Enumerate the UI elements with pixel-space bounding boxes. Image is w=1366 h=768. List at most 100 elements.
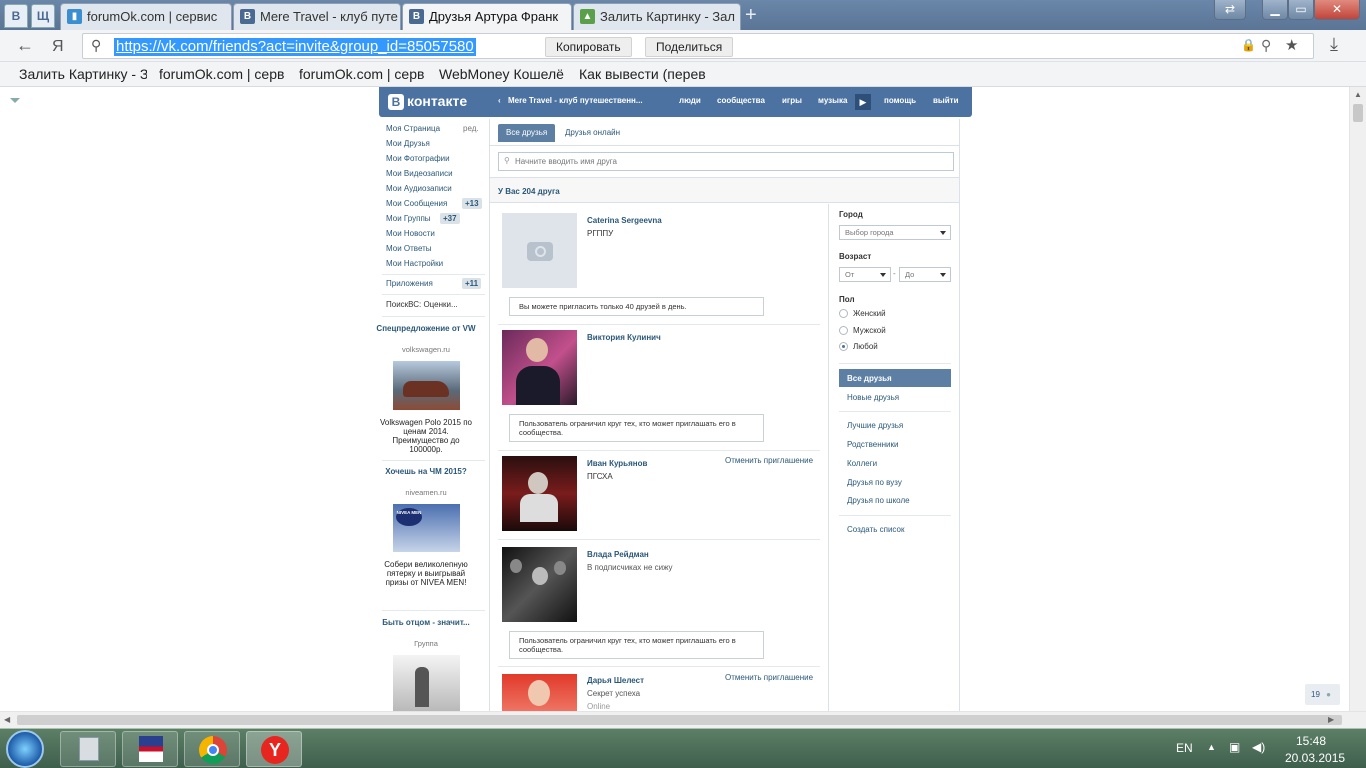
- messages-count-badge[interactable]: +13: [462, 198, 482, 209]
- right-menu-colleagues[interactable]: Коллеги: [847, 459, 877, 468]
- scroll-left-icon[interactable]: ◀: [4, 715, 10, 724]
- menu-my-settings[interactable]: Мои Настройки: [386, 259, 443, 268]
- zoom-icon[interactable]: ⚲: [1261, 37, 1271, 54]
- radio-any-label[interactable]: Любой: [853, 342, 878, 351]
- download-icon[interactable]: ⤓: [1330, 35, 1338, 53]
- avatar[interactable]: [502, 213, 577, 288]
- cancel-invite-link[interactable]: Отменить приглашение: [725, 456, 813, 465]
- right-menu-university[interactable]: Друзья по вузу: [847, 478, 902, 487]
- tab-mere-travel[interactable]: B Mere Travel - клуб путе: [233, 3, 401, 30]
- network-icon[interactable]: ▣: [1229, 740, 1240, 754]
- close-button[interactable]: ✕: [1314, 0, 1360, 20]
- ad-text[interactable]: Собери великолепную пятерку и выигрывай …: [376, 560, 476, 587]
- pinned-tab-vk[interactable]: В: [4, 4, 28, 28]
- nav-communities[interactable]: сообщества: [717, 96, 765, 105]
- right-menu-create-list[interactable]: Создать список: [847, 525, 904, 534]
- tab-friends[interactable]: B Друзья Артура Франк: [402, 3, 572, 30]
- ad-text[interactable]: Volkswagen Polo 2015 по ценам 2014. Преи…: [376, 418, 476, 454]
- radio-any[interactable]: [839, 342, 848, 351]
- star-icon[interactable]: ★: [1285, 36, 1298, 54]
- radio-female-label[interactable]: Женский: [853, 309, 886, 318]
- scroll-thumb[interactable]: [17, 715, 1342, 725]
- friend-search-input[interactable]: ⚲ Начните вводить имя друга: [498, 152, 954, 171]
- copy-button[interactable]: Копировать: [545, 37, 632, 57]
- bookmark-item[interactable]: WebMoney Кошелё: [439, 66, 567, 82]
- tab-forumok[interactable]: ▮ forumOk.com | сервис: [60, 3, 232, 30]
- bookmark-item[interactable]: forumOk.com | серв: [299, 66, 427, 82]
- chevron-right-icon[interactable]: ▶: [855, 94, 871, 110]
- scroll-right-icon[interactable]: ▶: [1328, 715, 1334, 724]
- url-text[interactable]: https://vk.com/friends?act=invite&group_…: [114, 38, 476, 56]
- right-menu-relatives[interactable]: Родственники: [847, 440, 898, 449]
- menu-my-news[interactable]: Мои Новости: [386, 229, 435, 238]
- language-indicator[interactable]: EN: [1176, 741, 1193, 755]
- friend-name[interactable]: Влада Рейдман: [587, 550, 649, 559]
- ad-car-image[interactable]: [393, 361, 460, 410]
- online-counter[interactable]: 19 ●: [1305, 684, 1340, 705]
- menu-my-answers[interactable]: Мои Ответы: [386, 244, 432, 253]
- age-to-select[interactable]: До: [899, 267, 951, 282]
- bookmark-item[interactable]: Как вывести (перев: [579, 66, 707, 82]
- yandex-logo[interactable]: Я: [52, 38, 64, 56]
- nav-group[interactable]: Mere Travel - клуб путешественн...: [508, 96, 643, 105]
- age-from-select[interactable]: От: [839, 267, 891, 282]
- scroll-up-icon[interactable]: ▲: [1354, 90, 1362, 99]
- ad-father-image[interactable]: [393, 655, 460, 711]
- right-menu-all-friends[interactable]: Все друзья: [839, 369, 951, 387]
- right-menu-best-friends[interactable]: Лучшие друзья: [847, 421, 903, 430]
- cancel-invite-link[interactable]: Отменить приглашение: [725, 673, 813, 682]
- yandex-taskbar-icon[interactable]: Y: [246, 731, 302, 767]
- tab-all-friends[interactable]: Все друзья: [498, 124, 556, 142]
- groups-count-badge[interactable]: +37: [440, 213, 460, 224]
- nav-logout[interactable]: выйти: [933, 96, 959, 105]
- menu-apps[interactable]: Приложения: [386, 279, 433, 288]
- menu-my-photos[interactable]: Мои Фотографии: [386, 154, 450, 163]
- menu-search-app[interactable]: ПоискВС: Оценки...: [386, 300, 458, 309]
- ad-title[interactable]: Спецпредложение от VW: [376, 324, 476, 333]
- pinned-tab-2[interactable]: Щ: [31, 4, 55, 28]
- avatar[interactable]: [502, 674, 577, 711]
- menu-my-groups[interactable]: Мои Группы: [386, 214, 431, 223]
- ad-site[interactable]: Группа: [376, 639, 476, 648]
- tab-list-icon[interactable]: ⇄: [1214, 0, 1246, 20]
- menu-my-page[interactable]: Моя Страница: [386, 124, 440, 133]
- vk-logo[interactable]: В: [388, 94, 404, 110]
- clock-time[interactable]: 15:48: [1296, 734, 1326, 748]
- avatar[interactable]: [502, 330, 577, 405]
- tab-upload-image[interactable]: ▲ Залить Картинку - Зал: [573, 3, 741, 30]
- radio-male[interactable]: [839, 326, 848, 335]
- share-button[interactable]: Поделиться: [645, 37, 734, 57]
- menu-my-messages[interactable]: Мои Сообщения: [386, 199, 447, 208]
- menu-my-friends[interactable]: Мои Друзья: [386, 139, 430, 148]
- right-menu-school[interactable]: Друзья по школе: [847, 496, 910, 505]
- start-button[interactable]: [6, 730, 44, 768]
- friend-name[interactable]: Дарья Шелест: [587, 676, 644, 685]
- scroll-thumb[interactable]: [1353, 104, 1363, 122]
- friend-name[interactable]: Caterina Sergeevna: [587, 216, 662, 225]
- address-bar[interactable]: ⚲ https://vk.com/friends?act=invite&grou…: [82, 33, 1314, 59]
- menu-edit[interactable]: ред.: [463, 124, 479, 133]
- new-tab-button[interactable]: +: [745, 5, 757, 25]
- nav-music[interactable]: музыка: [818, 96, 847, 105]
- friend-name[interactable]: Виктория Кулинич: [587, 333, 661, 342]
- ad-title[interactable]: Хочешь на ЧМ 2015?: [376, 467, 476, 476]
- right-menu-new-friends[interactable]: Новые друзья: [847, 393, 899, 402]
- ad-site[interactable]: volkswagen.ru: [376, 345, 476, 354]
- nav-games[interactable]: игры: [782, 96, 802, 105]
- tab-friends-online[interactable]: Друзья онлайн: [557, 124, 628, 142]
- vertical-scrollbar[interactable]: ▲: [1349, 87, 1366, 711]
- tray-expand-icon[interactable]: ▲: [1207, 742, 1216, 752]
- nav-people[interactable]: люди: [679, 96, 701, 105]
- horizontal-scrollbar[interactable]: ◀ ▶: [0, 711, 1366, 728]
- city-select[interactable]: Выбор города: [839, 225, 951, 240]
- tableau-arrow-icon[interactable]: [10, 98, 20, 103]
- minimize-button[interactable]: ▁: [1262, 0, 1288, 20]
- vk-logo-text[interactable]: контакте: [407, 93, 467, 109]
- friend-name[interactable]: Иван Курьянов: [587, 459, 647, 468]
- menu-my-audio[interactable]: Мои Аудиозаписи: [386, 184, 452, 193]
- app-taskbar-icon[interactable]: [122, 731, 178, 767]
- ad-title[interactable]: Быть отцом - значит...: [376, 618, 476, 627]
- radio-female[interactable]: [839, 309, 848, 318]
- back-arrow-icon[interactable]: ←: [16, 36, 34, 54]
- maximize-button[interactable]: ▭: [1288, 0, 1314, 20]
